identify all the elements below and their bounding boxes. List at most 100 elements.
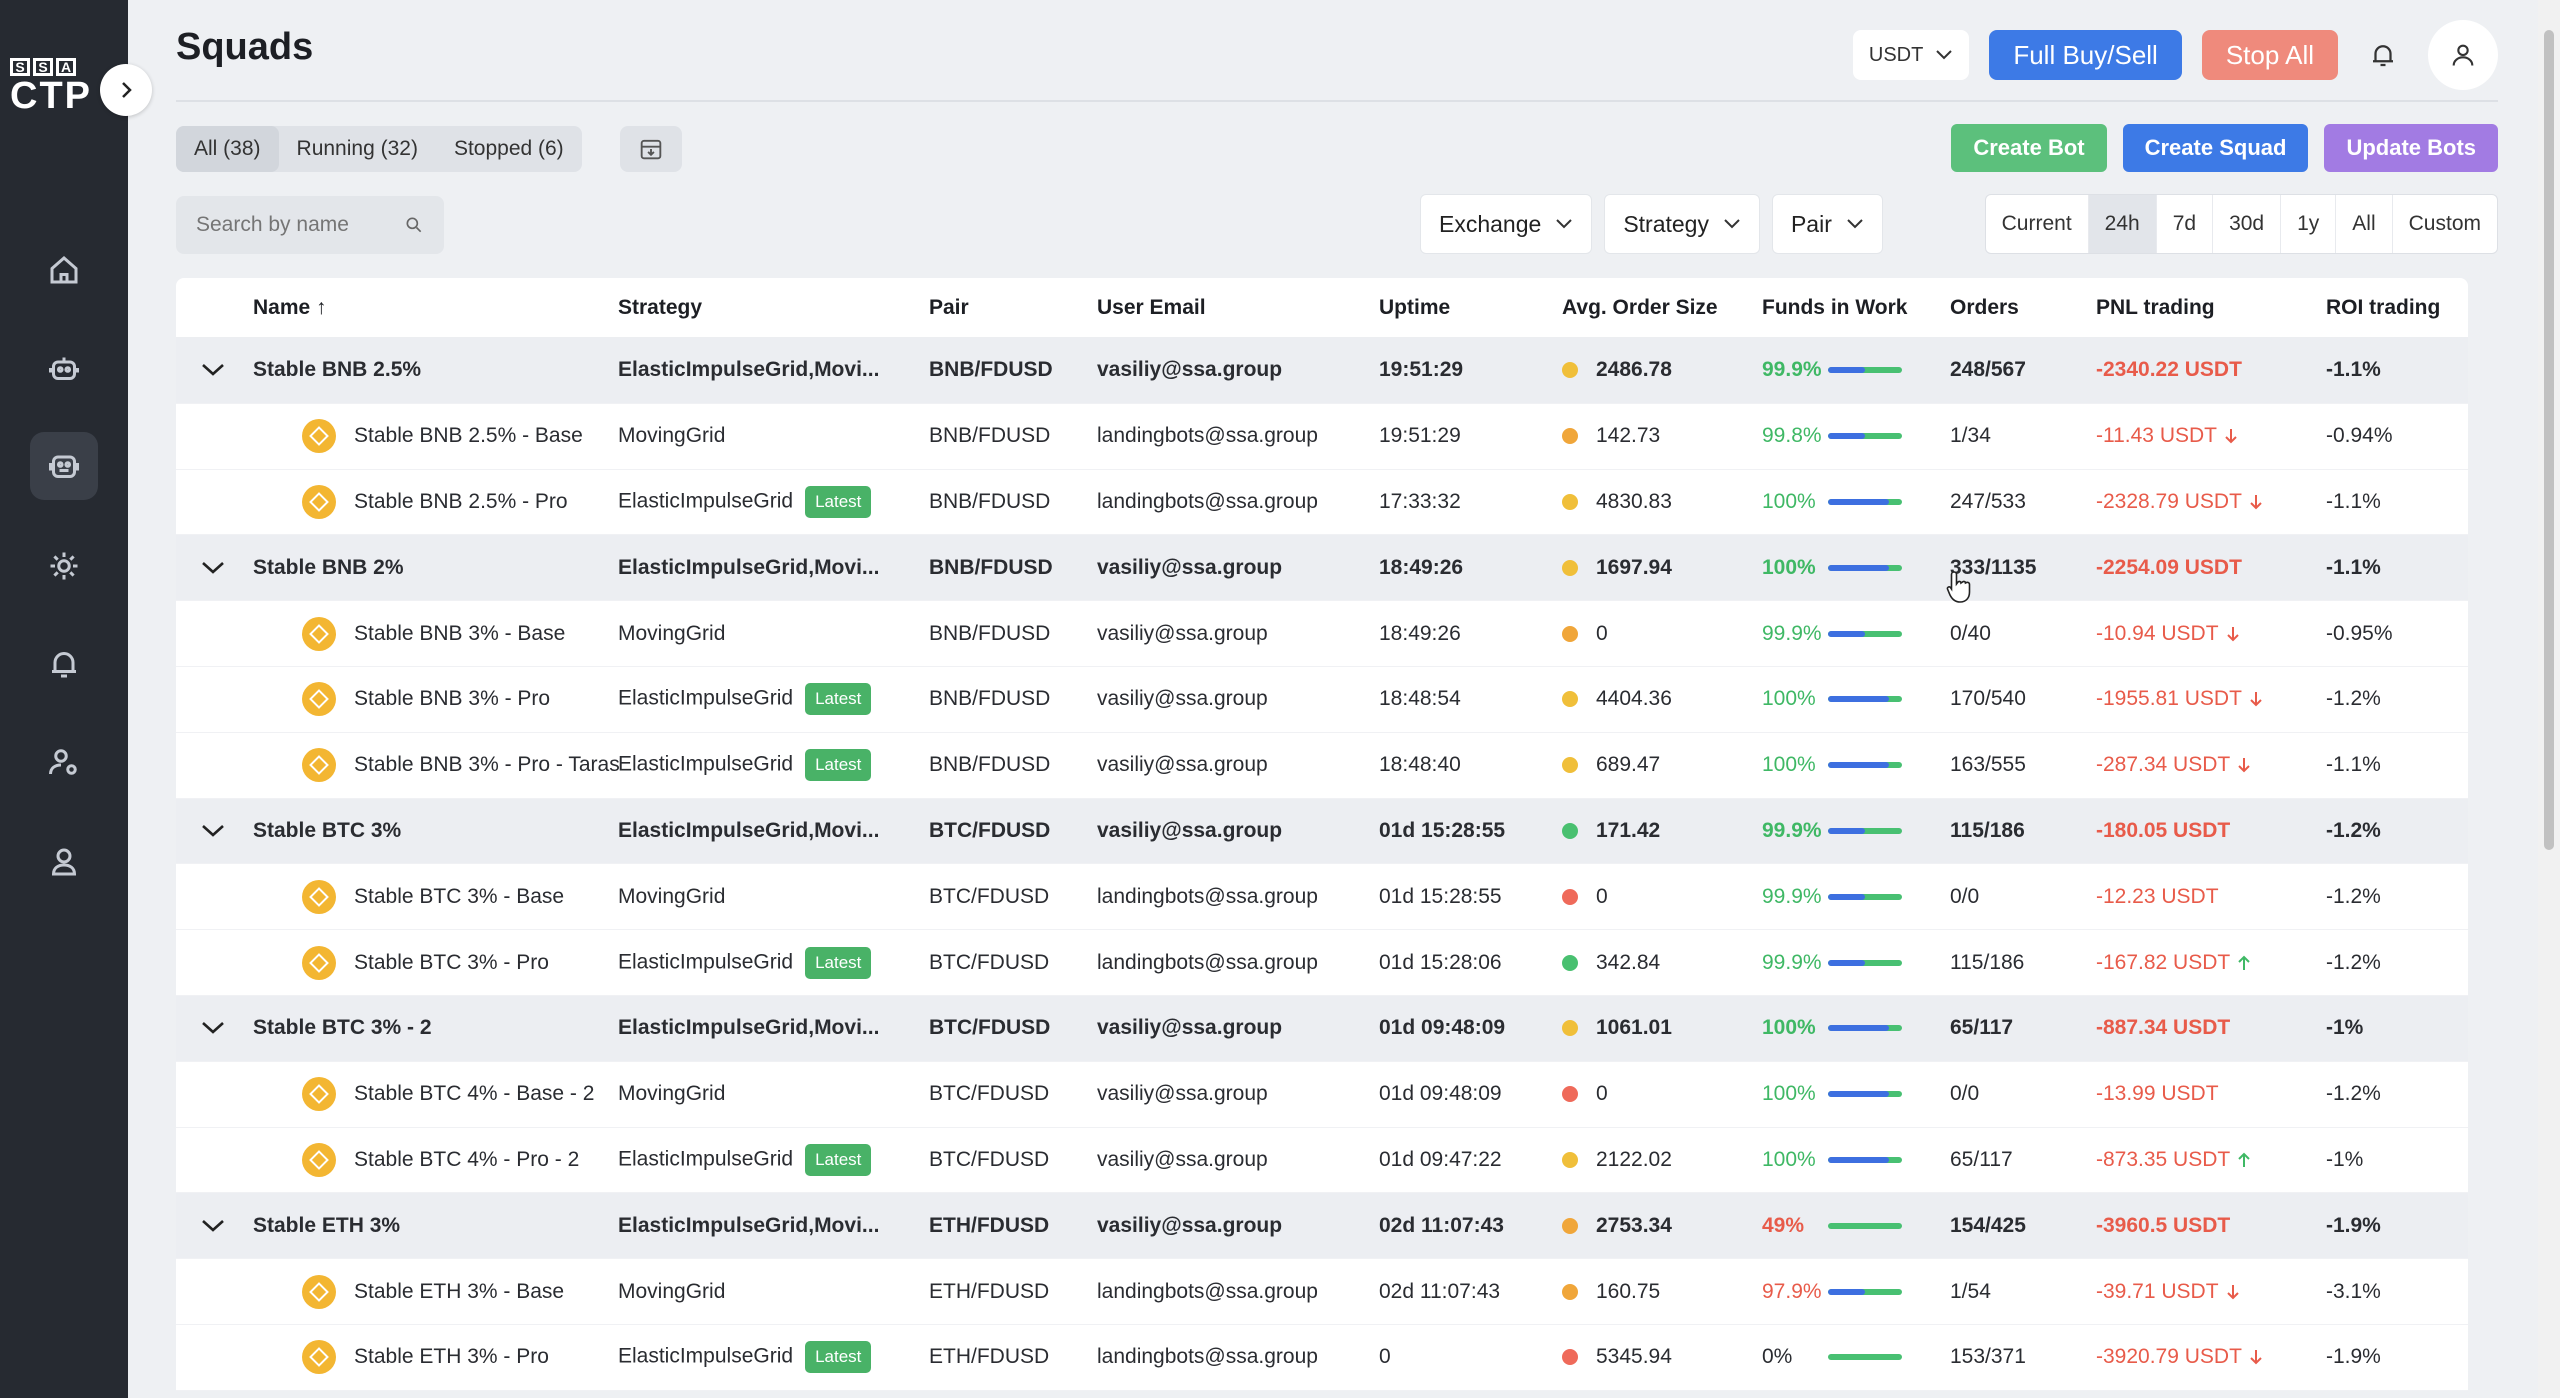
search-box xyxy=(176,196,444,254)
col-pnl[interactable]: PNL trading xyxy=(2096,296,2215,320)
funds-progress-bar xyxy=(1828,893,1902,900)
period-1y[interactable]: 1y xyxy=(2281,195,2337,253)
stop-all-button[interactable]: Stop All xyxy=(2201,30,2338,80)
strategy-filter[interactable]: Strategy xyxy=(1604,194,1760,254)
profile-button[interactable] xyxy=(2428,20,2498,90)
strategy-cell: ElasticImpulseGrid Latest xyxy=(618,1143,872,1176)
pair-filter[interactable]: Pair xyxy=(1771,194,1883,254)
divider xyxy=(176,100,2498,102)
tab-running[interactable]: Running (32) xyxy=(279,126,436,172)
chevron-down-icon[interactable] xyxy=(200,1020,226,1036)
col-pair[interactable]: Pair xyxy=(929,296,969,320)
chevron-down-icon[interactable] xyxy=(200,560,226,576)
chevron-down-icon[interactable] xyxy=(200,823,226,839)
tab-stopped[interactable]: Stopped (6) xyxy=(436,126,582,172)
bot-row[interactable]: Stable BNB 3% - Pro - Taras ElasticImpuls… xyxy=(176,733,2468,799)
squad-row[interactable]: Stable BTC 3% - 2 ElasticImpulseGrid,Movi… xyxy=(176,995,2468,1062)
chevron-down-icon[interactable] xyxy=(200,1218,226,1234)
update-bots-button[interactable]: Update Bots xyxy=(2324,124,2498,172)
bot-name-cell[interactable]: Stable BNB 3% - Pro - Taras xyxy=(302,748,620,783)
bot-name-cell[interactable]: Stable BTC 3% - Base xyxy=(302,879,564,914)
nav-settings[interactable] xyxy=(30,532,98,600)
bot-row[interactable]: Stable BNB 3% - Base MovingGrid BNB/FDUSD v… xyxy=(176,601,2468,667)
col-email[interactable]: User Email xyxy=(1097,296,1206,320)
col-funds-in-work[interactable]: Funds in Work xyxy=(1762,296,1907,320)
bnb-coin-icon xyxy=(302,682,336,717)
col-avg-order-size[interactable]: Avg. Order Size xyxy=(1562,296,1718,320)
bot-row[interactable]: Stable BNB 2.5% - Base MovingGrid BNB/FDUS… xyxy=(176,404,2468,470)
funds-progress-bar xyxy=(1828,959,1902,966)
squad-name[interactable]: Stable BNB 2% xyxy=(253,556,404,580)
period-7d[interactable]: 7d xyxy=(2157,195,2214,253)
period-30d[interactable]: 30d xyxy=(2213,195,2282,253)
scrollbar[interactable] xyxy=(2538,0,2560,1398)
bot-name-cell[interactable]: Stable BNB 3% - Base xyxy=(302,616,565,651)
exchange-filter[interactable]: Exchange xyxy=(1420,194,1593,254)
squad-name[interactable]: Stable BTC 3% - 2 xyxy=(253,1016,432,1040)
chevron-down-icon[interactable] xyxy=(200,362,226,378)
bot-name-cell[interactable]: Stable ETH 3% - Pro xyxy=(302,1340,549,1375)
orders-cell: 153/371 xyxy=(1950,1345,2026,1369)
archive-button[interactable] xyxy=(620,126,682,172)
bot-row[interactable]: Stable ETH 3% - Pro ElasticImpulseGrid Lat… xyxy=(176,1325,2468,1391)
search-input[interactable] xyxy=(196,213,376,237)
col-strategy[interactable]: Strategy xyxy=(618,296,702,320)
bot-name-cell[interactable]: Stable BNB 2.5% - Pro xyxy=(302,484,568,519)
expand-sidebar-button[interactable] xyxy=(100,64,152,116)
funds-progress-bar xyxy=(1828,696,1902,703)
notifications-button[interactable] xyxy=(2358,30,2408,80)
nav-profile[interactable] xyxy=(30,828,98,896)
period-custom[interactable]: Custom xyxy=(2393,195,2497,253)
period-current[interactable]: Current xyxy=(1986,195,2089,253)
pnl-cell: -2340.22 USDT xyxy=(2096,358,2242,382)
period-24h[interactable]: 24h xyxy=(2088,195,2157,253)
scrollbar-thumb[interactable] xyxy=(2544,30,2554,850)
orders-cell: 65/117 xyxy=(1950,1147,2013,1171)
bot-name-cell[interactable]: Stable BTC 4% - Pro - 2 xyxy=(302,1142,579,1177)
bot-row[interactable]: Stable BNB 3% - Pro ElasticImpulseGrid Lat… xyxy=(176,667,2468,733)
create-bot-button[interactable]: Create Bot xyxy=(1951,124,2107,172)
create-squad-button[interactable]: Create Squad xyxy=(2122,124,2309,172)
nav-squads[interactable] xyxy=(30,432,98,500)
tab-all[interactable]: All (38) xyxy=(176,126,279,172)
bot-row[interactable]: Stable BNB 2.5% - Pro ElasticImpulseGrid L… xyxy=(176,470,2468,536)
pnl-cell: -2254.09 USDT xyxy=(2096,555,2242,579)
squads-table: Name ↑ Strategy Pair User Email Uptime A… xyxy=(176,278,2468,1391)
squad-row[interactable]: Stable ETH 3% ElasticImpulseGrid,Movi... E… xyxy=(176,1193,2468,1260)
squad-row[interactable]: Stable BNB 2.5% ElasticImpulseGrid,Movi..… xyxy=(176,338,2468,404)
uptime-cell: 01d 09:47:22 xyxy=(1379,1147,1502,1171)
bot-name-cell[interactable]: Stable BTC 4% - Base - 2 xyxy=(302,1077,594,1112)
bot-name-cell[interactable]: Stable ETH 3% - Base xyxy=(302,1274,564,1309)
bot-row[interactable]: Stable ETH 3% - Base MovingGrid ETH/FDUSD l… xyxy=(176,1259,2468,1325)
nav-home[interactable] xyxy=(30,236,98,304)
bot-name-cell[interactable]: Stable BTC 3% - Pro xyxy=(302,945,549,980)
currency-select[interactable]: USDT xyxy=(1852,30,1970,80)
bot-row[interactable]: Stable BTC 3% - Pro ElasticImpulseGrid Lat… xyxy=(176,930,2468,996)
squad-name[interactable]: Stable BNB 2.5% xyxy=(253,358,421,382)
bot-name-cell[interactable]: Stable BNB 3% - Pro xyxy=(302,682,550,717)
col-name[interactable]: Name ↑ xyxy=(253,296,327,320)
bot-name-cell[interactable]: Stable BNB 2.5% - Base xyxy=(302,419,583,454)
pair-cell: BNB/FDUSD xyxy=(929,687,1051,711)
nav-user-settings[interactable] xyxy=(30,728,98,796)
col-roi[interactable]: ROI trading xyxy=(2326,296,2440,320)
squad-row[interactable]: Stable BTC 3% ElasticImpulseGrid,Movi... B… xyxy=(176,798,2468,865)
funds-cell: 100% xyxy=(1762,1082,1902,1106)
bot-row[interactable]: Stable BTC 3% - Base MovingGrid BTC/FDUSD l… xyxy=(176,864,2468,931)
col-uptime[interactable]: Uptime xyxy=(1379,296,1450,320)
nav-bots[interactable] xyxy=(30,334,98,402)
col-orders[interactable]: Orders xyxy=(1950,296,2019,320)
funds-progress-bar xyxy=(1828,1288,1902,1295)
period-all[interactable]: All xyxy=(2336,195,2393,253)
pnl-cell: -11.43 USDT xyxy=(2096,424,2239,448)
bot-row[interactable]: Stable BTC 4% - Base - 2 MovingGrid BTC/FD… xyxy=(176,1062,2468,1128)
arrow-down-icon xyxy=(2226,626,2239,641)
uptime-cell: 19:51:29 xyxy=(1379,358,1464,382)
nav-alerts[interactable] xyxy=(30,630,98,698)
squad-name[interactable]: Stable ETH 3% xyxy=(253,1214,400,1238)
squad-row[interactable]: Stable BNB 2% ElasticImpulseGrid,Movi... B… xyxy=(176,535,2468,602)
full-buy-sell-button[interactable]: Full Buy/Sell xyxy=(1989,30,2182,80)
bot-row[interactable]: Stable BTC 4% - Pro - 2 ElasticImpulseGri… xyxy=(176,1128,2468,1194)
squad-name[interactable]: Stable BTC 3% xyxy=(253,819,401,843)
strategy-cell: MovingGrid xyxy=(618,884,726,908)
